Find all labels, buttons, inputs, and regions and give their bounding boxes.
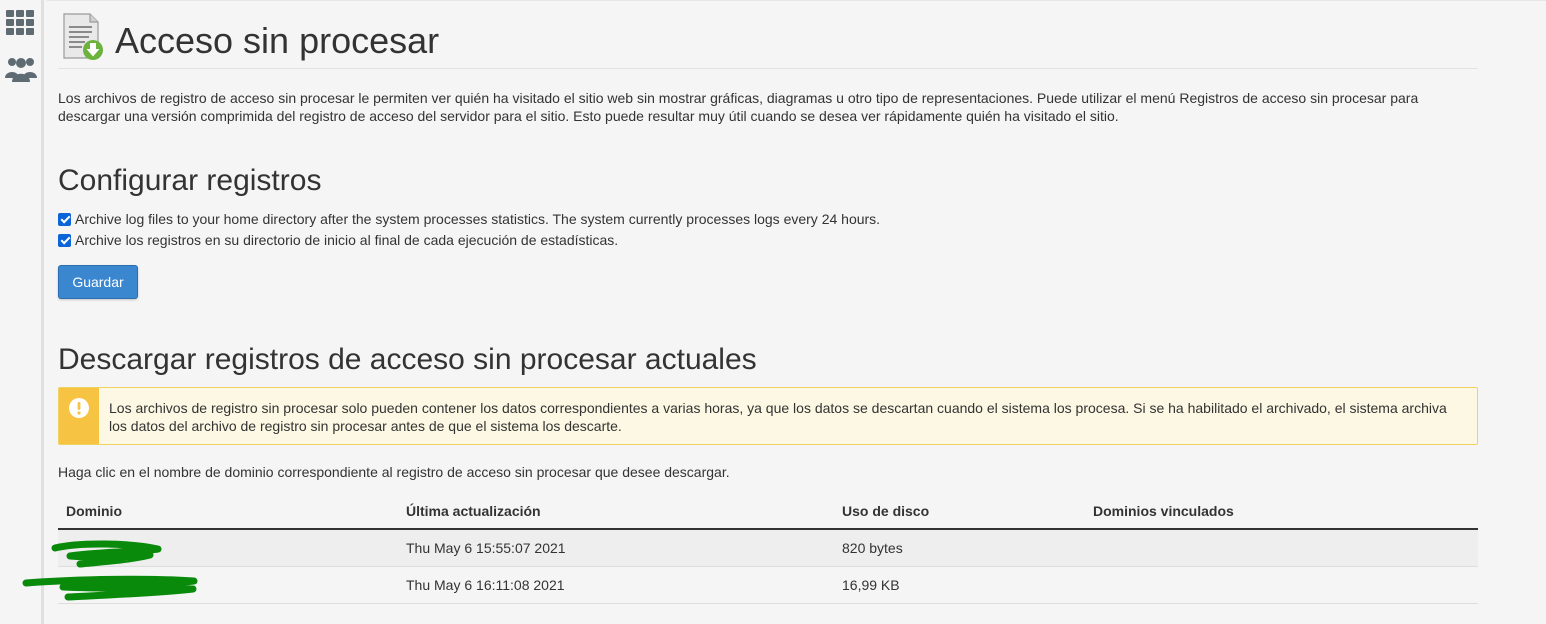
- save-button[interactable]: Guardar: [58, 265, 138, 299]
- page-title: Acceso sin procesar: [115, 20, 440, 61]
- page-header: Acceso sin procesar: [58, 10, 1478, 69]
- table-header: Dominio Última actualización Uso de disc…: [58, 493, 1478, 530]
- disk-usage-cell: 16,99 KB: [842, 577, 900, 593]
- redaction-mark: [22, 575, 198, 601]
- users-icon[interactable]: [4, 54, 38, 88]
- col-header-linked-domains[interactable]: Dominios vinculados: [1093, 503, 1234, 519]
- alert-text: Los archivos de registro sin procesar so…: [109, 400, 1447, 434]
- table-row: Thu May 6 16:11:08 2021 16,99 KB: [58, 567, 1478, 604]
- top-border: [47, 0, 1546, 3]
- grid-icon[interactable]: [4, 6, 38, 40]
- last-update-cell: Thu May 6 16:11:08 2021: [406, 577, 565, 593]
- warning-alert: Los archivos de registro sin procesar so…: [58, 387, 1478, 445]
- archive-end-of-run-option[interactable]: Archive los registros en su directorio d…: [58, 231, 618, 249]
- archive-after-stats-option[interactable]: Archive log files to your home directory…: [58, 210, 880, 228]
- last-update-cell: Thu May 6 15:55:07 2021: [406, 540, 566, 556]
- intro-text: Los archivos de registro de acceso sin p…: [58, 90, 1419, 124]
- archive-after-stats-checkbox[interactable]: [58, 212, 71, 226]
- archive-after-stats-label: Archive log files to your home directory…: [75, 211, 881, 227]
- redaction-mark: [51, 540, 162, 568]
- col-header-disk-usage[interactable]: Uso de disco: [842, 503, 929, 519]
- raw-logs-table: Dominio Última actualización Uso de disc…: [58, 493, 1478, 604]
- sidebar: [0, 0, 44, 624]
- col-header-domain[interactable]: Dominio: [66, 503, 122, 519]
- download-heading: Descargar registros de acceso sin proces…: [58, 343, 757, 376]
- config-heading: Configurar registros: [58, 164, 322, 197]
- archive-end-of-run-label: Archive los registros en su directorio d…: [75, 232, 619, 248]
- alert-side-bar: [59, 388, 99, 444]
- raw-log-download-icon: [63, 13, 103, 60]
- archive-end-of-run-checkbox[interactable]: [58, 233, 71, 247]
- download-hint: Haga clic en el nombre de dominio corres…: [58, 464, 730, 480]
- col-header-last-update[interactable]: Última actualización: [406, 503, 541, 519]
- exclamation-icon: [69, 398, 89, 418]
- table-row: Thu May 6 15:55:07 2021 820 bytes: [58, 530, 1478, 567]
- disk-usage-cell: 820 bytes: [842, 540, 903, 556]
